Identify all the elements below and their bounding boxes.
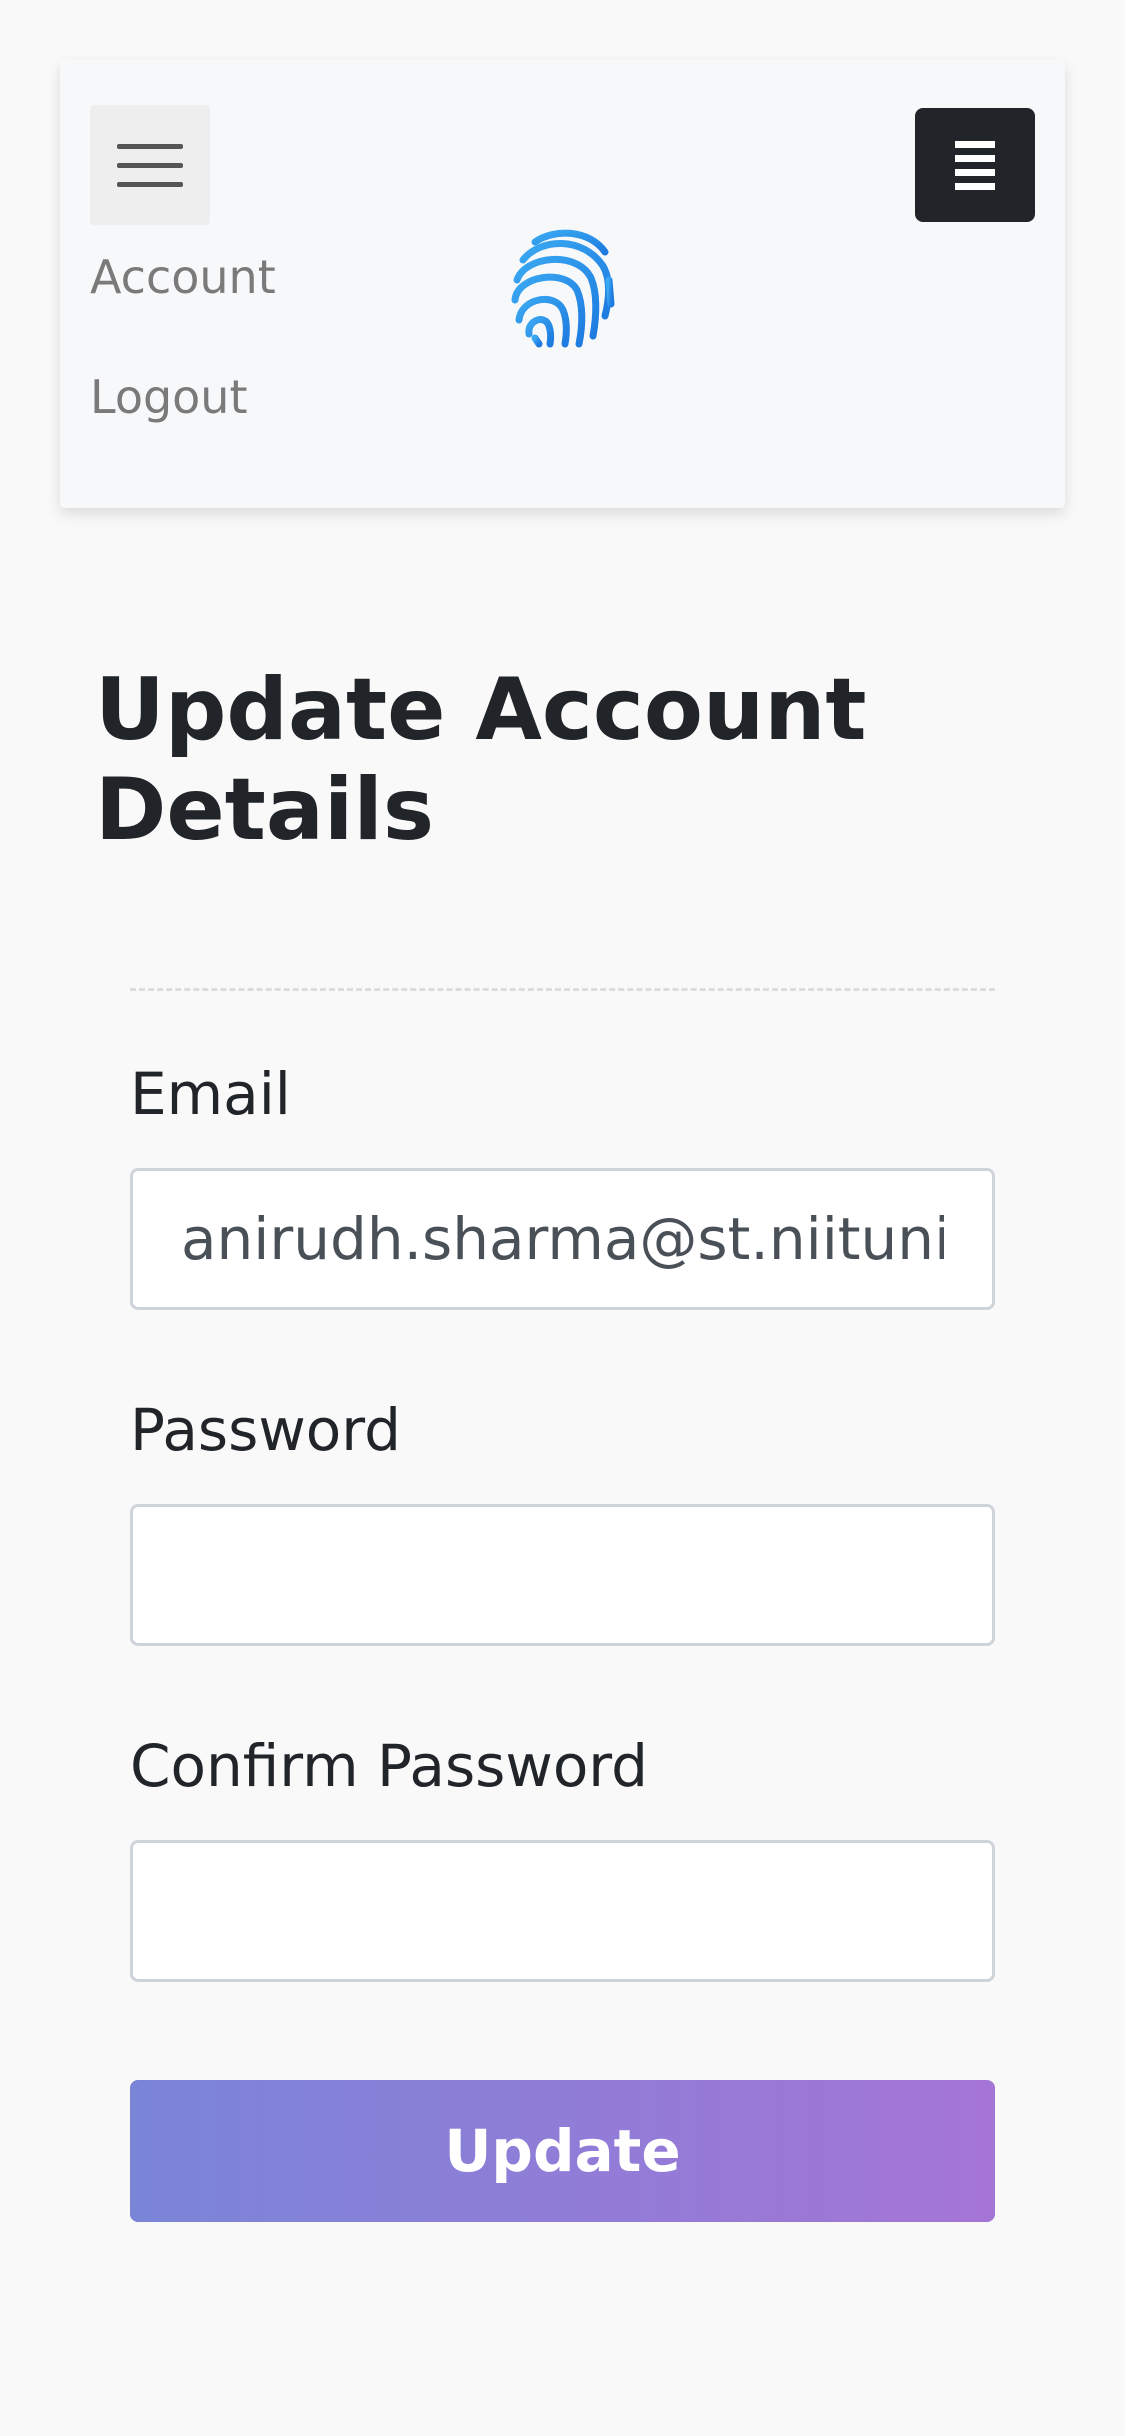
update-button[interactable]: Update	[130, 2080, 995, 2222]
section-divider	[130, 988, 995, 991]
password-field[interactable]	[130, 1504, 995, 1646]
nav-link-account[interactable]: Account	[90, 250, 276, 304]
hamburger-line	[117, 162, 183, 168]
password-label: Password	[130, 1396, 401, 1464]
menu-line	[955, 168, 995, 176]
navbar-toggler-button[interactable]	[90, 105, 210, 225]
confirm-password-label: Confirm Password	[130, 1732, 648, 1800]
hamburger-line	[117, 181, 183, 187]
email-label: Email	[130, 1060, 291, 1128]
menu-lines-button[interactable]	[915, 108, 1035, 222]
email-field[interactable]	[130, 1168, 995, 1310]
hamburger-line	[117, 143, 183, 149]
fingerprint-icon	[511, 229, 615, 348]
page-title: Update Account Details	[95, 660, 867, 860]
nav-link-logout[interactable]: Logout	[90, 370, 248, 424]
menu-line	[955, 182, 995, 190]
menu-line	[955, 140, 995, 148]
menu-line	[955, 154, 995, 162]
confirm-password-field[interactable]	[130, 1840, 995, 1982]
navbar: Account Logout	[60, 60, 1065, 508]
